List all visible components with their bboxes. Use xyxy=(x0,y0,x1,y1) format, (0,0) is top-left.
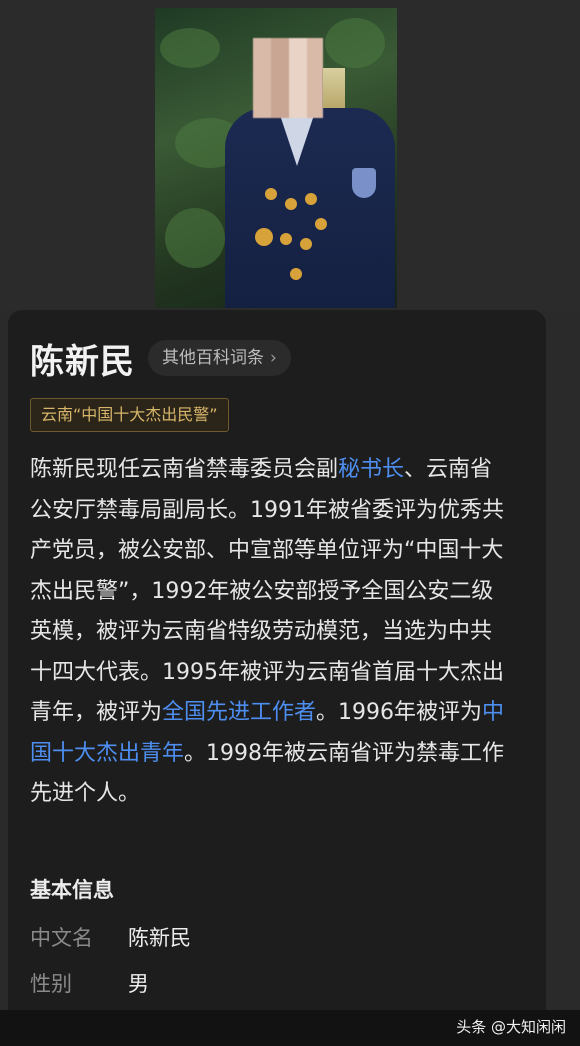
footer-bar: 头条 @大知闲闲 xyxy=(0,1010,580,1046)
watermark: 头条 @大知闲闲 xyxy=(456,1018,566,1036)
entry-title: 陈新民 xyxy=(30,342,135,382)
encyclopedia-card: 陈新民 其他百科词条 › 云南“中国十大杰出民警” 陈新民现任云南省禁毒委员会副秘… xyxy=(8,310,546,1010)
shoulder-badge-icon xyxy=(352,168,376,198)
chevron-right-icon: › xyxy=(270,348,277,368)
info-row-chinese-name: 中文名 陈新民 xyxy=(30,922,191,952)
link-secretary-general[interactable]: 秘书长 xyxy=(338,457,404,482)
info-key: 性别 xyxy=(30,972,72,996)
pixelated-face xyxy=(253,38,323,118)
photo-area xyxy=(0,0,580,310)
info-row-gender: 性别 男 xyxy=(30,968,149,998)
info-value: 陈新民 xyxy=(128,926,191,950)
info-value: 男 xyxy=(128,972,149,996)
portrait-photo xyxy=(155,8,397,308)
entry-description: 陈新民现任云南省禁毒委员会副秘书长、云南省公安厅禁毒局副局长。1991年被省委评… xyxy=(30,457,505,806)
basic-info-heading: 基本信息 xyxy=(30,878,114,902)
info-key: 中文名 xyxy=(30,926,93,950)
link-national-advanced-worker[interactable]: 全国先进工作者 xyxy=(162,700,316,725)
other-entries-button[interactable]: 其他百科词条 › xyxy=(148,340,291,376)
entry-tag: 云南“中国十大杰出民警” xyxy=(30,398,229,432)
other-entries-label: 其他百科词条 xyxy=(162,348,264,368)
